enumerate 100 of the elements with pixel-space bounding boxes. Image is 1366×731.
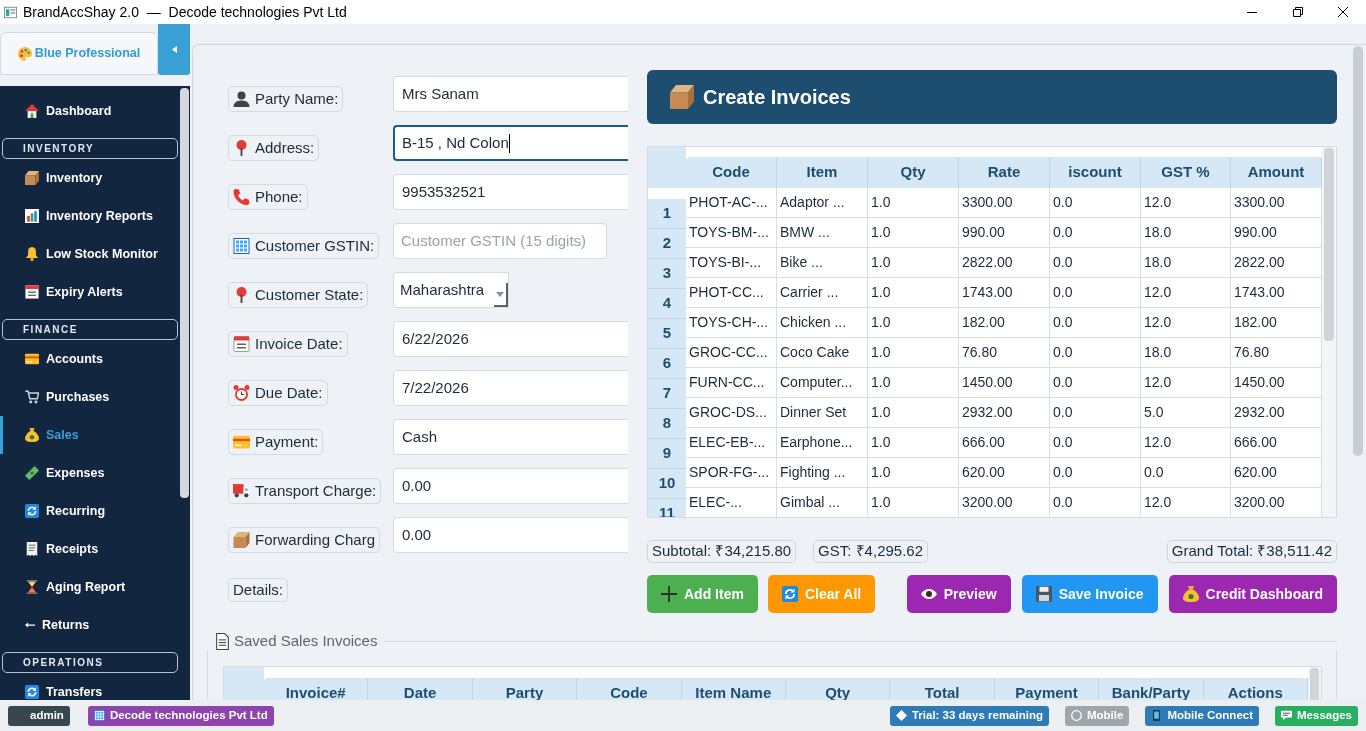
table-cell: TOYS-BI-... bbox=[686, 248, 777, 278]
input-field[interactable]: 6/22/2026 bbox=[393, 321, 628, 357]
sidebar-toggle-button[interactable] bbox=[158, 24, 190, 75]
row-number[interactable]: 3 bbox=[648, 259, 686, 289]
row-number[interactable]: 8 bbox=[648, 409, 686, 439]
table-cell: GROC-DS... bbox=[686, 398, 777, 428]
table-cell: 2822.00 bbox=[959, 248, 1050, 278]
dropdown-caret-icon bbox=[496, 291, 504, 297]
input-field[interactable]: Mrs Sanam bbox=[393, 76, 628, 112]
bar-chart-icon bbox=[25, 209, 39, 223]
table-cell: 0.0 bbox=[1050, 458, 1141, 488]
status-button[interactable]: Mobile Connect bbox=[1145, 705, 1259, 726]
table-cell: 3300.00 bbox=[959, 188, 1050, 218]
sidebar-item[interactable]: Accounts bbox=[0, 340, 178, 378]
scrollbar-thumb[interactable] bbox=[1353, 46, 1363, 456]
sidebar-item[interactable]: Transfers bbox=[0, 673, 178, 700]
total-amount: Grand Total: ₹38,511.42 bbox=[1166, 540, 1337, 563]
status-button[interactable]: Decode technologies Pvt Ltd bbox=[87, 705, 274, 726]
sidebar-item[interactable]: Receipts bbox=[0, 530, 178, 568]
input-field[interactable]: 0.00 bbox=[393, 517, 628, 553]
table-cell: 0.0 bbox=[1050, 308, 1141, 338]
sidebar-item[interactable]: Expiry Alerts bbox=[0, 273, 178, 311]
table-cell: 620.00 bbox=[959, 458, 1050, 488]
field-label: Customer State: bbox=[255, 284, 364, 305]
column-header[interactable]: Item bbox=[777, 157, 868, 188]
total-amount: GST: ₹4,295.62 bbox=[813, 540, 928, 563]
row-number[interactable]: 1 bbox=[648, 199, 686, 229]
table-cell: 1.0 bbox=[868, 188, 959, 218]
row-number[interactable]: 7 bbox=[648, 379, 686, 409]
sidebar-item[interactable]: Purchases bbox=[0, 378, 178, 416]
table-cell: 0.0 bbox=[1050, 488, 1141, 517]
credit-card-icon bbox=[233, 434, 250, 450]
column-header[interactable]: Rate bbox=[959, 157, 1050, 188]
table-cell: 18.0 bbox=[1141, 218, 1231, 248]
field-label: Invoice Date: bbox=[255, 333, 343, 354]
table-cell: 0.0 bbox=[1050, 368, 1141, 398]
table-cell: SPOR-FG-... bbox=[686, 458, 777, 488]
ring-icon bbox=[1070, 710, 1082, 721]
text-cursor-icon bbox=[508, 133, 510, 153]
sidebar-item[interactable]: Inventory bbox=[0, 159, 178, 197]
table-cell: 5.0 bbox=[1141, 398, 1231, 428]
table-cell: 0.0 bbox=[1050, 248, 1141, 278]
sidebar-item[interactable]: Inventory Reports bbox=[0, 197, 178, 235]
collapse-arrow-icon bbox=[171, 46, 177, 53]
refresh-icon bbox=[781, 586, 798, 602]
input-field[interactable]: 9953532521 bbox=[393, 174, 628, 210]
dropdown[interactable]: Maharashtra bbox=[393, 272, 509, 308]
table-cell: Dinner Set bbox=[777, 398, 868, 428]
row-number[interactable]: 10 bbox=[648, 469, 686, 499]
row-number[interactable]: 5 bbox=[648, 319, 686, 349]
sidebar-item[interactable]: Expenses bbox=[0, 454, 178, 492]
row-number[interactable]: 2 bbox=[648, 229, 686, 259]
phone-icon bbox=[233, 189, 250, 205]
sidebar-item[interactable]: Returns bbox=[0, 606, 178, 644]
input-field[interactable]: 7/22/2026 bbox=[393, 370, 628, 406]
input-field[interactable]: B-15 , Nd Colon bbox=[393, 125, 628, 161]
field-label: Phone: bbox=[255, 186, 303, 207]
table-cell: 1.0 bbox=[868, 308, 959, 338]
scrollbar-thumb[interactable] bbox=[180, 88, 189, 498]
column-header[interactable]: GST % bbox=[1141, 157, 1231, 188]
column-header[interactable]: Qty bbox=[868, 157, 959, 188]
table-cell: 1.0 bbox=[868, 368, 959, 398]
field-label: Forwarding Charg bbox=[255, 529, 376, 550]
table-cell: 1.0 bbox=[868, 338, 959, 368]
row-number[interactable]: 9 bbox=[648, 439, 686, 469]
action-button[interactable]: Credit Dashboard bbox=[1168, 575, 1337, 613]
table-cell: 0.0 bbox=[1050, 188, 1141, 218]
action-button[interactable]: Preview bbox=[906, 575, 1011, 613]
scrollbar-thumb[interactable] bbox=[1324, 148, 1334, 341]
eye-icon bbox=[920, 586, 937, 602]
left-arrow-icon bbox=[25, 621, 35, 629]
table-cell: 12.0 bbox=[1141, 308, 1231, 338]
table-cell: 12.0 bbox=[1141, 488, 1231, 517]
column-header[interactable]: Code bbox=[686, 157, 777, 188]
mobile-phone-icon bbox=[1151, 710, 1163, 721]
status-button[interactable]: admin bbox=[8, 705, 70, 726]
row-number[interactable]: 4 bbox=[648, 289, 686, 319]
input-field[interactable]: Cash bbox=[393, 419, 628, 455]
row-number[interactable]: 6 bbox=[648, 349, 686, 379]
sidebar-item[interactable]: Low Stock Monitor bbox=[0, 235, 178, 273]
input-field[interactable]: 0.00 bbox=[393, 468, 628, 504]
table-corner[interactable] bbox=[648, 147, 686, 188]
sidebar-item[interactable]: Recurring bbox=[0, 492, 178, 530]
column-header[interactable]: iscount bbox=[1050, 157, 1141, 188]
calendar-icon bbox=[25, 285, 39, 299]
document-icon bbox=[216, 632, 229, 650]
window-title: BrandAccShay 2.0 — Decode technologies Pvt Ltd bbox=[23, 2, 347, 22]
status-button[interactable]: Trial: 33 days remaining bbox=[889, 705, 1049, 726]
sidebar-item[interactable]: Aging Report bbox=[0, 568, 178, 606]
refresh-icon bbox=[25, 504, 39, 518]
table-cell: 76.80 bbox=[959, 338, 1050, 368]
money-bag-icon bbox=[1182, 586, 1199, 602]
panel-title: Create Invoices bbox=[703, 85, 851, 110]
alarm-clock-icon bbox=[233, 385, 250, 401]
package-icon bbox=[670, 85, 694, 109]
table-cell: 12.0 bbox=[1141, 428, 1231, 458]
field-label: Address: bbox=[255, 137, 315, 158]
field-label: Transport Charge: bbox=[255, 480, 377, 501]
table-cell: 1.0 bbox=[868, 428, 959, 458]
sidebar-item[interactable]: Dashboard bbox=[0, 92, 178, 130]
